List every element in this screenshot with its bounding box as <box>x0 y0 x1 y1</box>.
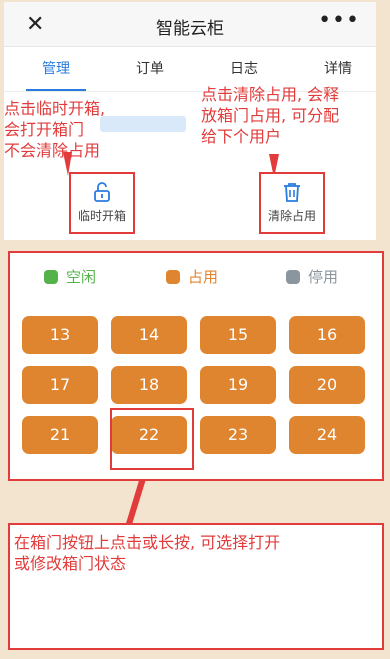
status-free-icon <box>44 269 58 284</box>
trash-icon <box>284 183 300 202</box>
door-button-15[interactable]: 15 <box>200 316 276 354</box>
temp-open-label: 临时开箱 <box>77 209 126 223</box>
legend-disabled: 停用 <box>286 266 338 287</box>
door-button-23[interactable]: 23 <box>200 416 276 454</box>
highlight-door-22 <box>110 408 194 470</box>
door-button-21[interactable]: 21 <box>22 416 98 454</box>
door-button-16[interactable]: 16 <box>289 316 365 354</box>
door-button-13[interactable]: 13 <box>22 316 98 354</box>
legend-free: 空闲 <box>44 266 96 287</box>
clear-occupy-button[interactable]: 清除占用 <box>259 172 325 234</box>
door-button-17[interactable]: 17 <box>22 366 98 404</box>
door-button-20[interactable]: 20 <box>289 366 365 404</box>
clear-occupy-label: 清除占用 <box>267 209 316 223</box>
status-disabled-icon <box>286 269 300 284</box>
legend-occupied: 占用 <box>166 266 218 287</box>
temp-open-button[interactable]: 临时开箱 <box>69 172 135 234</box>
legend-occupied-label: 占用 <box>188 268 219 286</box>
unlock-icon <box>94 182 110 202</box>
legend-disabled-label: 停用 <box>308 268 339 286</box>
door-button-14[interactable]: 14 <box>111 316 187 354</box>
legend-free-label: 空闲 <box>66 268 97 286</box>
annotation-bottom: 在箱门按钮上点击或长按, 可选择打开 或修改箱门状态 <box>14 533 281 573</box>
door-button-18[interactable]: 18 <box>111 366 187 404</box>
door-button-24[interactable]: 24 <box>289 416 365 454</box>
status-occupied-icon <box>166 269 180 284</box>
door-button-19[interactable]: 19 <box>200 366 276 404</box>
